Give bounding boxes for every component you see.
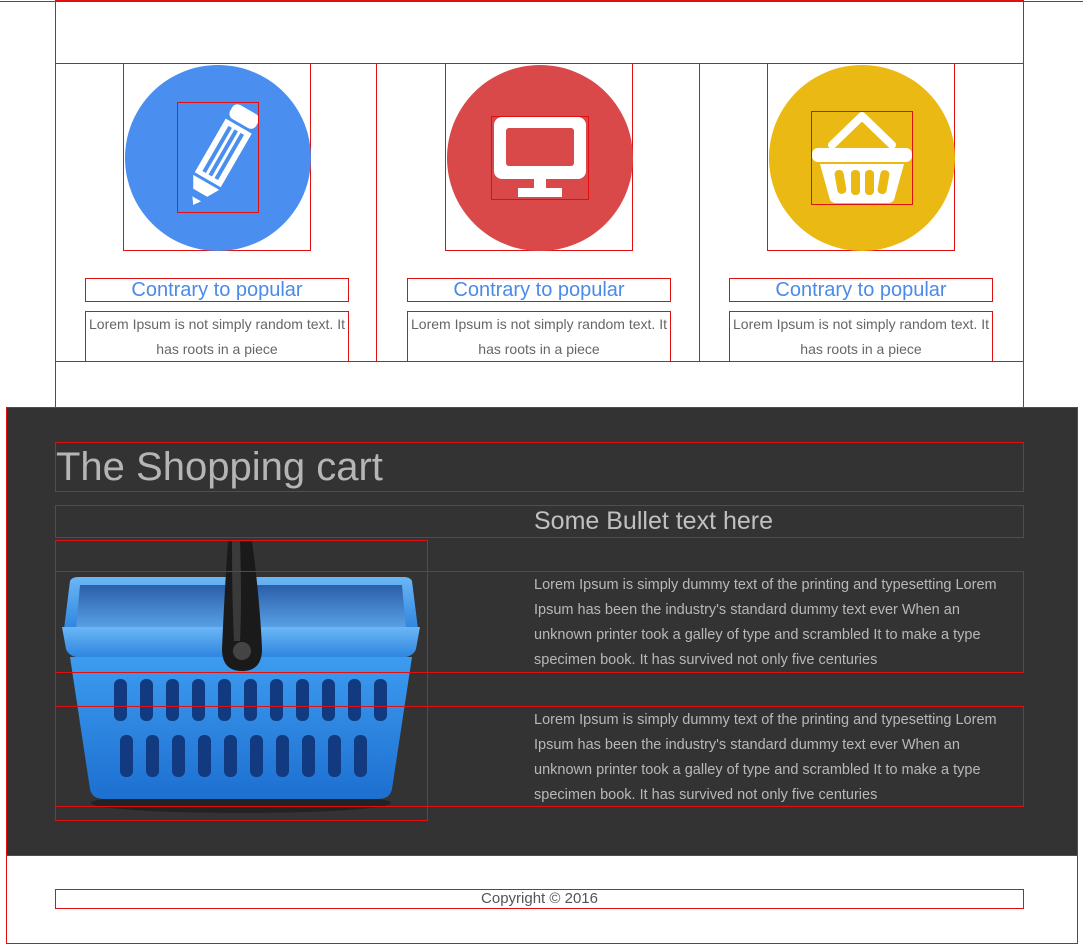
feature-text: Lorem Ipsum is not simply random text. I… xyxy=(729,311,993,361)
feature-card-2: Contrary to popular Lorem Ipsum is not s… xyxy=(378,63,700,362)
feature-card-3: Contrary to popular Lorem Ipsum is not s… xyxy=(700,63,1022,362)
feature-title[interactable]: Contrary to popular xyxy=(85,278,349,302)
feature-text: Lorem Ipsum is not simply random text. I… xyxy=(85,311,349,361)
feature-text: Lorem Ipsum is not simply random text. I… xyxy=(407,311,671,361)
feature-icon-circle-wrap xyxy=(123,63,311,251)
monitor-icon xyxy=(491,116,589,200)
paragraph: Lorem Ipsum is simply dummy text of the … xyxy=(55,706,1024,807)
feature-title[interactable]: Contrary to popular xyxy=(407,278,671,302)
feature-title[interactable]: Contrary to popular xyxy=(729,278,993,302)
feature-card-1: Contrary to popular Lorem Ipsum is not s… xyxy=(55,63,377,362)
paragraph: Lorem Ipsum is simply dummy text of the … xyxy=(55,571,1024,673)
pencil-icon xyxy=(177,102,260,213)
copyright-text: Copyright © 2016 xyxy=(55,889,1024,909)
bullet-heading: Some Bullet text here xyxy=(55,505,1024,538)
feature-icon-circle-wrap xyxy=(445,63,633,251)
basket-icon xyxy=(811,111,913,205)
section-title: The Shopping cart xyxy=(55,442,1024,492)
feature-icon-circle-wrap xyxy=(767,63,955,251)
